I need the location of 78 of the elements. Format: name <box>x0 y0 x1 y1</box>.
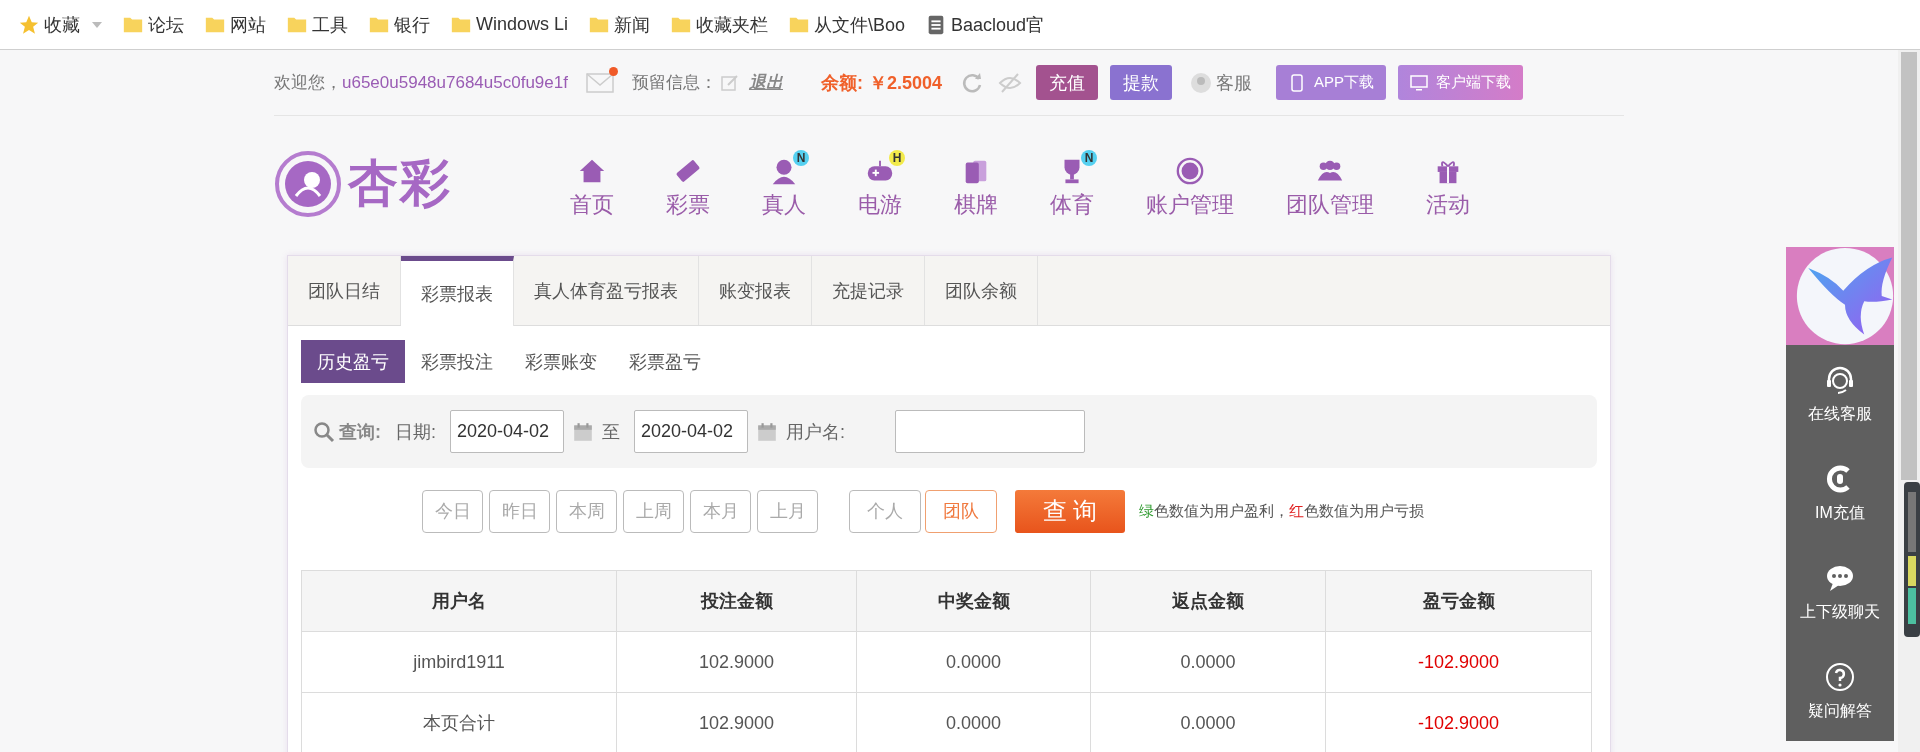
logo-emblem-icon[interactable] <box>274 149 342 218</box>
side-menu-item[interactable]: IM充值 <box>1815 503 1865 524</box>
report-tab[interactable]: 充提记录 <box>812 256 925 325</box>
report-tab[interactable]: 真人体育盈亏报表 <box>514 256 699 325</box>
scrollbar-thumb[interactable] <box>1901 52 1917 480</box>
column-header: 返点金额 <box>1090 570 1326 632</box>
logout-link[interactable]: 退出 <box>748 71 783 94</box>
end-date-field[interactable]: 2020-04-02 <box>634 410 748 453</box>
bookmark-label[interactable]: 网站 <box>230 12 266 37</box>
query-label: 查询: <box>339 420 381 444</box>
table-cell: jimbird1911 <box>301 631 617 693</box>
username-label: 用户名: <box>786 420 846 444</box>
question-icon <box>1824 661 1856 693</box>
coin-icon <box>1175 155 1205 186</box>
sub-tab[interactable]: 彩票投注 <box>405 340 509 383</box>
calendar-icon[interactable] <box>572 420 594 443</box>
nav-item[interactable]: 彩票 <box>640 147 736 220</box>
column-header: 盈亏金额 <box>1325 570 1592 632</box>
search-icon <box>313 420 335 443</box>
report-tab[interactable]: 彩票报表 <box>401 256 514 326</box>
legend-text: 绿色数值为用户盈利，红色数值为用户亏损 <box>1139 501 1424 521</box>
bookmark-label[interactable]: 银行 <box>394 12 430 37</box>
table-cell: 0.0000 <box>856 631 1091 693</box>
nav-item[interactable]: N 真人 <box>736 147 832 220</box>
bookmark-label[interactable]: 从文件\Boo <box>814 12 906 37</box>
nav-item[interactable]: H 电游 <box>832 147 928 220</box>
table-cell: -102.9000 <box>1325 631 1592 693</box>
bookmark-label[interactable]: 工具 <box>312 12 348 37</box>
sub-tab[interactable]: 彩票盈亏 <box>613 340 717 383</box>
calendar-icon[interactable] <box>756 420 778 443</box>
sub-tab[interactable]: 彩票账变 <box>509 340 613 383</box>
table-cell: 102.9000 <box>616 631 857 693</box>
bookmark-label[interactable]: 论坛 <box>148 12 184 37</box>
nav-item[interactable]: N 体育 <box>1024 147 1120 220</box>
side-menu-item[interactable]: 疑问解答 <box>1808 701 1872 722</box>
nav-item[interactable]: 账户管理 <box>1120 147 1260 220</box>
nav-item[interactable]: 首页 <box>544 147 640 220</box>
logo-text[interactable]: 杏彩 <box>348 150 452 217</box>
start-date-field[interactable]: 2020-04-02 <box>450 410 564 453</box>
sub-tab[interactable]: 历史盈亏 <box>301 340 405 383</box>
balance-label: 余额: <box>820 71 863 95</box>
side-menu-item[interactable]: 在线客服 <box>1808 404 1872 425</box>
badge: H <box>889 149 905 166</box>
side-menu-item[interactable]: 上下级聊天 <box>1800 602 1880 623</box>
greeting-text: 欢迎您， <box>274 72 342 94</box>
level-meter-icon <box>1903 482 1920 637</box>
bookmark-label[interactable]: 新闻 <box>614 12 651 37</box>
to-label: 至 <box>602 420 620 444</box>
phone-icon <box>1288 73 1306 92</box>
avatar-icon <box>1190 71 1212 94</box>
column-header: 中奖金额 <box>856 570 1091 632</box>
balance-value: ￥2.5004 <box>868 71 942 95</box>
bookmark-label[interactable]: 收藏夹栏 <box>696 12 769 37</box>
username-text: u65e0u5948u7684u5c0fu9e1f <box>342 72 568 93</box>
report-tab[interactable]: 账变报表 <box>699 256 812 325</box>
nav-item[interactable]: 活动 <box>1400 147 1496 220</box>
table-cell: 0.0000 <box>1090 631 1326 693</box>
dropdown-caret-icon[interactable] <box>92 20 102 29</box>
withdraw-button[interactable]: 提款 <box>1110 65 1172 100</box>
nav-item[interactable]: 棋牌 <box>928 147 1024 220</box>
username-field[interactable] <box>895 410 1086 453</box>
headset-icon <box>1824 364 1856 396</box>
customer-service-link[interactable]: 客服 <box>1216 70 1252 95</box>
badge: N <box>1081 149 1097 166</box>
column-header: 用户名 <box>301 570 617 632</box>
edit-icon[interactable] <box>720 73 739 92</box>
column-header: 投注金额 <box>616 570 857 632</box>
bookmark-label[interactable]: Windows Li <box>476 14 569 35</box>
nav-item[interactable]: 团队管理 <box>1260 147 1400 220</box>
monitor-icon <box>1410 73 1429 92</box>
reserve-info-label: 预留信息： <box>631 72 717 94</box>
bookmark-label[interactable]: Baacloud官 <box>951 12 1045 37</box>
badge: N <box>793 149 809 166</box>
date-label: 日期: <box>395 420 436 444</box>
bookmark-label[interactable]: 收藏 <box>44 12 80 37</box>
table-cell: 本页合计 <box>301 692 617 752</box>
deposit-button[interactable]: 充值 <box>1036 65 1098 100</box>
report-tab[interactable]: 团队余额 <box>925 256 1038 325</box>
